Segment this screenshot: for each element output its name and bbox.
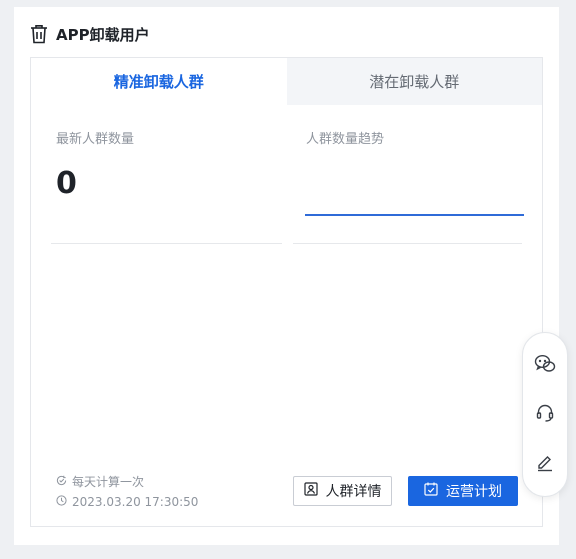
card-title: APP卸载用户 <box>56 25 150 44</box>
crowd-detail-button[interactable]: 人群详情 <box>293 476 392 506</box>
calc-frequency-text: 每天计算一次 <box>72 475 145 489</box>
operation-plan-button[interactable]: 运营计划 <box>408 476 518 506</box>
portrait-icon <box>303 482 318 500</box>
card-header: APP卸载用户 <box>30 23 150 45</box>
floating-toolbar <box>522 332 568 497</box>
trend-sparkline <box>305 214 524 216</box>
operation-plan-label: 运营计划 <box>446 484 502 500</box>
crowd-detail-label: 人群详情 <box>325 484 382 500</box>
wechat-button[interactable] <box>530 351 560 381</box>
refresh-check-icon <box>56 475 67 489</box>
uninstall-users-card: APP卸载用户 精准卸载人群 潜在卸载人群 最新人群数量 0 人群数量趋势 每天… <box>14 7 559 545</box>
tab-bar: 精准卸载人群 潜在卸载人群 <box>31 58 542 105</box>
feedback-button[interactable] <box>530 449 560 479</box>
customer-service-button[interactable] <box>530 400 560 430</box>
crowd-panel: 精准卸载人群 潜在卸载人群 最新人群数量 0 人群数量趋势 每天计算一次 202… <box>30 57 543 527</box>
tab-potential-uninstall[interactable]: 潜在卸载人群 <box>286 58 542 105</box>
calc-frequency: 每天计算一次 <box>56 473 144 490</box>
clock-icon <box>56 495 67 509</box>
edit-icon <box>535 452 555 476</box>
trend-label: 人群数量趋势 <box>306 132 385 147</box>
latest-count-value: 0 <box>56 166 77 201</box>
divider <box>293 243 522 244</box>
tab-precise-uninstall[interactable]: 精准卸载人群 <box>31 58 287 105</box>
trash-icon <box>30 24 48 44</box>
latest-count-label: 最新人群数量 <box>56 132 135 147</box>
update-time: 2023.03.20 17:30:50 <box>56 495 198 509</box>
headset-icon <box>535 403 555 427</box>
wechat-icon <box>534 354 556 378</box>
update-time-text: 2023.03.20 17:30:50 <box>72 495 199 509</box>
calendar-check-icon <box>424 482 438 500</box>
divider <box>51 243 282 244</box>
